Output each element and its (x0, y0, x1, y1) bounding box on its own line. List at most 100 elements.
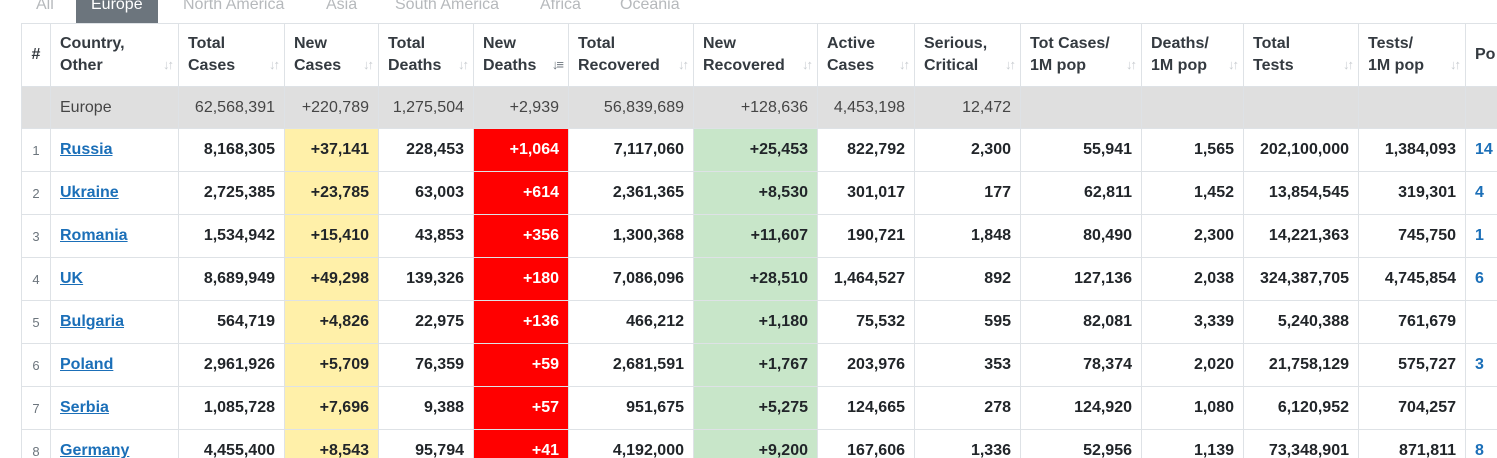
tests-cell: 13,854,545 (1243, 171, 1359, 215)
tests-1m-cell: 871,811 (1358, 429, 1466, 458)
total-cases-cell: 8,168,305 (178, 128, 285, 172)
country-link[interactable]: Romania (60, 227, 128, 244)
column-header-line1: Serious, (924, 35, 988, 52)
table-row: 4 UK 8,689,949 +49,298 139,326 +180 7,086,096 +… (21, 257, 1497, 301)
rank-cell: 7 (21, 386, 51, 430)
column-header-line2: Cases (188, 57, 236, 74)
column-header-1[interactable]: Country, Other ↓↑ (50, 23, 179, 87)
column-header-line2: Cases (294, 57, 342, 74)
total-cases-cell: 564,719 (178, 300, 285, 344)
active-cell: 167,606 (817, 429, 915, 458)
deaths-1m-cell: 1,452 (1141, 171, 1244, 215)
column-header-5[interactable]: New Deaths ↓≡ (473, 23, 569, 87)
critical-cell: 1,336 (914, 429, 1021, 458)
population-cell (1465, 386, 1497, 430)
sort-icon[interactable]: ↓↑ (1126, 54, 1137, 76)
tests-cell: 5,240,388 (1243, 300, 1359, 344)
active-cell: 203,976 (817, 343, 915, 387)
column-header-4[interactable]: Total Deaths ↓↑ (378, 23, 474, 87)
total-cell (1020, 86, 1142, 129)
sort-icon[interactable]: ↓↑ (363, 54, 374, 76)
deaths-1m-cell: 1,139 (1141, 429, 1244, 458)
country-link[interactable]: Poland (60, 356, 113, 373)
sort-icon[interactable]: ↓↑ (458, 54, 469, 76)
column-header-14[interactable]: Po (1465, 23, 1497, 87)
critical-cell: 2,300 (914, 128, 1021, 172)
critical-cell: 892 (914, 257, 1021, 301)
country-link[interactable]: Bulgaria (60, 313, 124, 330)
population-cell (1465, 300, 1497, 344)
total-recovered-cell: 7,117,060 (568, 128, 694, 172)
table-row: 3 Romania 1,534,942 +15,410 43,853 +356 1,300,… (21, 214, 1497, 258)
table-row: 1 Russia 8,168,305 +37,141 228,453 +1,064 7,11… (21, 128, 1497, 172)
column-header-13[interactable]: Tests/1M pop ↓↑ (1358, 23, 1466, 87)
sort-icon[interactable]: ↓↑ (678, 54, 689, 76)
rank-cell: 5 (21, 300, 51, 344)
tab-south-america[interactable]: South America (395, 0, 499, 23)
column-header-line1: Total (1253, 35, 1291, 52)
sort-icon[interactable]: ↓↑ (1343, 54, 1354, 76)
tab-asia[interactable]: Asia (326, 0, 357, 23)
new-recovered-cell: +9,200 (693, 429, 818, 458)
tab-europe[interactable]: Europe (76, 0, 158, 23)
tests-1m-cell: 745,750 (1358, 214, 1466, 258)
country-cell: Bulgaria (50, 300, 179, 344)
column-header-2[interactable]: Total Cases ↓↑ (178, 23, 285, 87)
column-header-12[interactable]: Total Tests ↓↑ (1243, 23, 1359, 87)
tests-cell: 324,387,705 (1243, 257, 1359, 301)
population-cell: 4 (1465, 171, 1497, 215)
tests-1m-cell: 704,257 (1358, 386, 1466, 430)
cases-1m-cell: 78,374 (1020, 343, 1142, 387)
cases-1m-cell: 52,956 (1020, 429, 1142, 458)
active-cell: 190,721 (817, 214, 915, 258)
column-header-9[interactable]: Serious, Critical ↓↑ (914, 23, 1021, 87)
column-header-7[interactable]: New Recovered ↓↑ (693, 23, 818, 87)
rank-cell: 2 (21, 171, 51, 215)
sort-icon[interactable]: ↓↑ (1005, 54, 1016, 76)
country-link[interactable]: Ukraine (60, 184, 119, 201)
critical-cell: 353 (914, 343, 1021, 387)
column-header-3[interactable]: New Cases ↓↑ (284, 23, 379, 87)
column-header-line1: Total (578, 35, 616, 52)
cases-1m-cell: 62,811 (1020, 171, 1142, 215)
tab-oceania[interactable]: Oceania (620, 0, 680, 23)
sort-icon[interactable]: ↓↑ (899, 54, 910, 76)
country-link[interactable]: Serbia (60, 399, 109, 416)
critical-cell: 177 (914, 171, 1021, 215)
column-header-line1: Country, (60, 35, 125, 52)
column-header-10[interactable]: Tot Cases/1M pop ↓↑ (1020, 23, 1142, 87)
column-header-0[interactable]: # (21, 23, 51, 87)
new-recovered-cell: +5,275 (693, 386, 818, 430)
country-link[interactable]: Russia (60, 141, 112, 158)
column-header-11[interactable]: Deaths/1M pop ↓↑ (1141, 23, 1244, 87)
total-recovered-cell: 4,192,000 (568, 429, 694, 458)
country-link[interactable]: UK (60, 270, 83, 287)
total-recovered-cell: 1,300,368 (568, 214, 694, 258)
rank-cell: 3 (21, 214, 51, 258)
column-header-line2: Recovered (578, 57, 660, 74)
tab-africa[interactable]: Africa (540, 0, 581, 23)
table-row: 2 Ukraine 2,725,385 +23,785 63,003 +614 2,361,… (21, 171, 1497, 215)
tests-1m-cell: 575,727 (1358, 343, 1466, 387)
total-recovered-cell: 951,675 (568, 386, 694, 430)
column-header-6[interactable]: Total Recovered ↓↑ (568, 23, 694, 87)
column-header-line2: Cases (827, 57, 875, 74)
sort-icon[interactable]: ↓↑ (1228, 54, 1239, 76)
country-cell: Poland (50, 343, 179, 387)
total-cell: 62,568,391 (178, 86, 285, 129)
sort-icon[interactable]: ↓↑ (1450, 54, 1461, 76)
column-header-8[interactable]: Active Cases ↓↑ (817, 23, 915, 87)
tab-north-america[interactable]: North America (183, 0, 284, 23)
sort-icon[interactable]: ↓↑ (269, 54, 280, 76)
country-link[interactable]: Germany (60, 442, 129, 458)
new-recovered-cell: +28,510 (693, 257, 818, 301)
new-recovered-cell: +1,767 (693, 343, 818, 387)
tests-cell: 73,348,901 (1243, 429, 1359, 458)
total-cases-cell: 1,085,728 (178, 386, 285, 430)
sort-icon[interactable]: ↓≡ (552, 54, 564, 76)
sort-icon[interactable]: ↓↑ (163, 54, 174, 76)
tab-all[interactable]: All (36, 0, 54, 23)
column-header-line1: Tot Cases/ (1030, 35, 1110, 52)
new-cases-cell: +8,543 (284, 429, 379, 458)
sort-icon[interactable]: ↓↑ (802, 54, 813, 76)
